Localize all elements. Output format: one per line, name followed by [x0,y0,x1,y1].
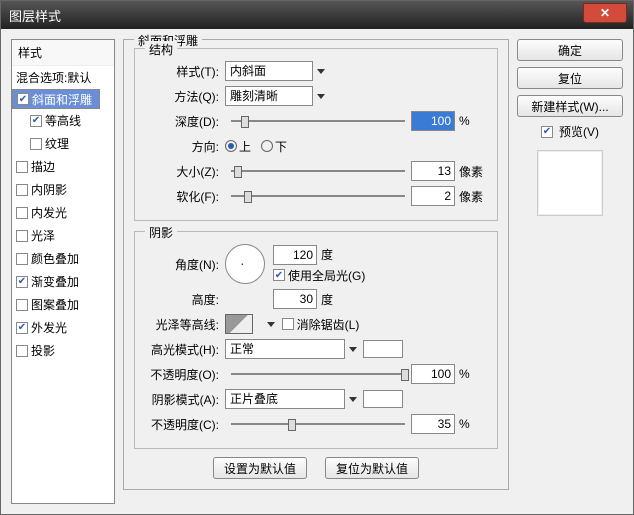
highlight-opacity-slider[interactable] [231,364,405,384]
method-label: 方法(Q): [145,88,225,105]
shadow-mode-select[interactable]: 正片叠底 [225,389,345,409]
sidebar-item-pattern-overlay[interactable]: 图案叠加 [12,293,114,316]
size-label: 大小(Z): [145,163,225,180]
checkbox-icon[interactable] [16,207,28,219]
soften-input[interactable]: 2 [411,186,455,206]
soften-slider[interactable] [231,186,405,206]
preview-label: 预览(V) [559,123,599,140]
sidebar-header: 样式 [12,40,114,66]
highlight-opacity-label: 不透明度(O): [145,366,225,383]
group-legend: 阴影 [145,224,177,241]
chevron-down-icon[interactable] [349,347,357,352]
style-label: 样式(T): [145,63,225,80]
cancel-button[interactable]: 复位 [517,67,623,89]
soften-label: 软化(F): [145,188,225,205]
checkbox-icon[interactable] [30,115,42,127]
highlight-mode-label: 高光模式(H): [145,341,225,358]
sidebar-item-bevel[interactable]: 斜面和浮雕 [12,89,100,109]
sidebar-item-contour[interactable]: 等高线 [12,109,114,132]
shadow-opacity-slider[interactable] [231,414,405,434]
layer-style-dialog: 图层样式 ✕ 样式 混合选项:默认 斜面和浮雕 等高线 纹理 描边 内阴影 内发… [0,0,634,515]
checkbox-icon[interactable] [16,299,28,311]
shadow-opacity-input[interactable]: 35 [411,414,455,434]
shadow-color[interactable] [363,390,403,408]
action-column: 确定 复位 新建样式(W)... 预览(V) [517,39,623,504]
new-style-button[interactable]: 新建样式(W)... [517,95,623,117]
altitude-label: 高度: [145,291,225,308]
preview-swatch [537,150,603,216]
angle-input[interactable]: 120 [273,245,317,265]
sidebar-item-outer-glow[interactable]: 外发光 [12,316,114,339]
altitude-input[interactable]: 30 [273,289,317,309]
shadow-mode-label: 阴影模式(A): [145,391,225,408]
chevron-down-icon[interactable] [317,69,325,74]
styles-sidebar: 样式 混合选项:默认 斜面和浮雕 等高线 纹理 描边 内阴影 内发光 光泽 颜色… [11,39,115,504]
checkbox-icon[interactable] [30,138,42,150]
sidebar-item-color-overlay[interactable]: 颜色叠加 [12,247,114,270]
antialias-checkbox[interactable] [282,318,294,330]
checkbox-icon[interactable] [16,322,28,334]
direction-down-radio[interactable] [261,140,273,152]
group-legend: 结构 [145,41,177,58]
sidebar-item-inner-shadow[interactable]: 内阴影 [12,178,114,201]
checkbox-icon[interactable] [16,161,28,173]
titlebar[interactable]: 图层样式 ✕ [1,1,633,29]
contour-label: 光泽等高线: [145,316,225,333]
sidebar-item-texture[interactable]: 纹理 [12,132,114,155]
depth-label: 深度(D): [145,113,225,130]
method-select[interactable]: 雕刻清晰 [225,86,313,106]
section-bevel: 斜面和浮雕 结构 样式(T):内斜面 方法(Q):雕刻清晰 深度(D):100%… [123,39,509,490]
checkbox-icon[interactable] [16,230,28,242]
reset-default-button[interactable]: 复位为默认值 [325,457,419,479]
preview-checkbox[interactable] [541,126,553,138]
style-select[interactable]: 内斜面 [225,61,313,81]
highlight-color[interactable] [363,340,403,358]
set-default-button[interactable]: 设置为默认值 [213,457,307,479]
size-input[interactable]: 13 [411,161,455,181]
sidebar-item-satin[interactable]: 光泽 [12,224,114,247]
group-structure: 结构 样式(T):内斜面 方法(Q):雕刻清晰 深度(D):100% 方向:上 … [134,48,498,221]
global-light-checkbox[interactable] [273,269,285,281]
angle-label: 角度(N): [145,256,225,273]
shadow-opacity-label: 不透明度(C): [145,416,225,433]
sidebar-item-drop-shadow[interactable]: 投影 [12,339,114,362]
checkbox-icon[interactable] [16,184,28,196]
sidebar-item-gradient-overlay[interactable]: 渐变叠加 [12,270,114,293]
chevron-down-icon[interactable] [267,322,275,327]
direction-label: 方向: [145,138,225,155]
sidebar-item-inner-glow[interactable]: 内发光 [12,201,114,224]
ok-button[interactable]: 确定 [517,39,623,61]
close-button[interactable]: ✕ [583,3,627,23]
direction-up-radio[interactable] [225,140,237,152]
checkbox-icon[interactable] [16,253,28,265]
sidebar-item-stroke[interactable]: 描边 [12,155,114,178]
depth-slider[interactable] [231,111,405,131]
chevron-down-icon[interactable] [317,94,325,99]
window-title: 图层样式 [9,6,61,25]
settings-panel: 斜面和浮雕 结构 样式(T):内斜面 方法(Q):雕刻清晰 深度(D):100%… [123,39,509,504]
angle-dial[interactable] [225,244,265,284]
size-slider[interactable] [231,161,405,181]
sidebar-blend-options[interactable]: 混合选项:默认 [12,66,114,89]
group-shadow: 阴影 角度(N):120度使用全局光(G) 高度:30度 光泽等高线: 消除锯齿… [134,231,498,449]
checkbox-icon[interactable] [16,345,28,357]
depth-input[interactable]: 100 [411,111,455,131]
chevron-down-icon[interactable] [349,397,357,402]
checkbox-icon[interactable] [16,276,28,288]
highlight-opacity-input[interactable]: 100 [411,364,455,384]
highlight-mode-select[interactable]: 正常 [225,339,345,359]
contour-picker[interactable] [225,314,253,334]
checkbox-icon[interactable] [17,93,29,105]
